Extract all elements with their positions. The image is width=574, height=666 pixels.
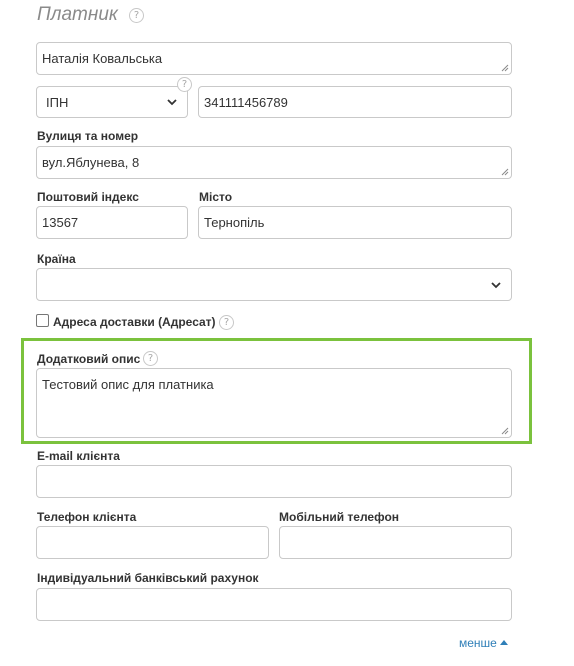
bank-account-input[interactable] <box>36 588 512 621</box>
extra-desc-label: Додатковий опис <box>37 352 141 366</box>
resize-grip-icon[interactable] <box>501 427 509 435</box>
payer-name-value: Наталія Ковальська <box>42 51 163 66</box>
help-icon-delivery[interactable]: ? <box>219 315 234 330</box>
extra-desc-textarea[interactable]: Тестовий опис для платника <box>36 368 512 438</box>
city-label: Місто <box>199 190 233 204</box>
city-value: Тернопіль <box>204 215 265 230</box>
street-label: Вулиця та номер <box>37 129 139 143</box>
city-input[interactable]: Тернопіль <box>198 206 512 239</box>
postal-value: 13567 <box>42 215 79 230</box>
phone-input[interactable] <box>36 526 269 559</box>
email-label: E-mail клієнта <box>37 449 120 463</box>
resize-grip-icon[interactable] <box>501 64 509 72</box>
id-value-input[interactable]: 341111456789 <box>198 86 512 118</box>
bank-account-label: Індивідуальний банківський рахунок <box>37 571 259 585</box>
email-input[interactable] <box>36 465 512 498</box>
caret-up-icon <box>499 640 508 645</box>
id-value-text: 341111456789 <box>204 94 288 110</box>
help-icon-id-type[interactable]: ? <box>177 77 192 92</box>
help-icon-section[interactable]: ? <box>129 8 144 23</box>
mobile-label: Мобільний телефон <box>279 510 400 524</box>
street-field[interactable]: вул.Яблунева, 8 <box>36 146 512 179</box>
id-type-selected: ІПН <box>46 94 69 110</box>
phone-label: Телефон клієнта <box>37 510 137 524</box>
id-type-select[interactable]: ІПН <box>36 86 188 118</box>
street-value: вул.Яблунева, 8 <box>42 155 140 170</box>
delivery-address-checkbox[interactable] <box>36 314 49 327</box>
postal-label: Поштовий індекс <box>37 190 139 204</box>
delivery-address-label[interactable]: Адреса доставки (Адресат) <box>53 315 216 329</box>
postal-input[interactable]: 13567 <box>36 206 188 239</box>
payer-name-field[interactable]: Наталія Ковальська <box>36 42 512 75</box>
extra-desc-value: Тестовий опис для платника <box>42 377 214 392</box>
chevron-down-icon <box>167 99 177 106</box>
section-title: Платник <box>37 4 118 25</box>
country-select[interactable] <box>36 268 512 301</box>
less-link-label: менше <box>459 636 497 650</box>
help-icon-extra-desc[interactable]: ? <box>143 351 158 366</box>
chevron-down-icon <box>491 281 501 288</box>
less-link[interactable]: менше <box>459 636 508 650</box>
mobile-input[interactable] <box>279 526 512 559</box>
resize-grip-icon[interactable] <box>501 168 509 176</box>
country-label: Країна <box>37 252 76 266</box>
